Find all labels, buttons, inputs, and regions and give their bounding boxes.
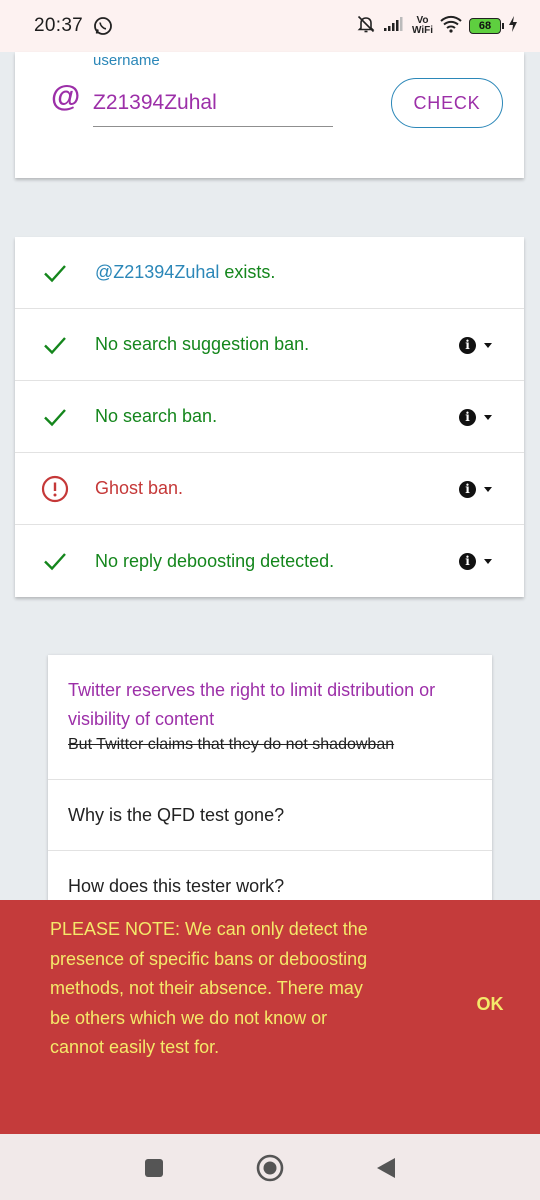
vowifi-indicator: Vo WiFi [412,16,433,36]
info-dropdown-button[interactable]: i [459,331,505,359]
results-card: @Z21394Zuhal exists. No search suggestio… [15,237,524,597]
check-icon [41,259,69,287]
signal-icon [383,16,405,37]
caret-down-icon [484,342,492,348]
alert-icon [41,475,69,503]
caret-down-icon [484,558,492,564]
check-icon [41,547,69,575]
wifi-icon [440,15,462,38]
result-text: Ghost ban. [95,478,184,498]
result-exists-suffix: exists. [219,262,276,282]
check-icon [41,403,69,431]
charging-icon [508,15,518,37]
result-row-reply-deboosting[interactable]: No reply deboosting detected. i [15,525,524,597]
info-icon: i [459,408,476,426]
at-icon: @ [51,80,81,113]
battery-icon: 68 [469,18,504,34]
info-icon: i [459,552,476,570]
recents-icon[interactable] [140,1154,168,1182]
result-row-search-ban[interactable]: No search ban. i [15,381,524,453]
whatsapp-icon [93,16,113,36]
result-text: No reply deboosting detected. [95,550,335,571]
caret-down-icon [484,486,492,492]
navigation-bar [0,1134,540,1200]
faq-item-qfd[interactable]: Why is the QFD test gone? [48,780,492,851]
result-row-exists: @Z21394Zuhal exists. [15,237,524,309]
info-dropdown-button[interactable]: i [459,547,505,575]
result-text: No search suggestion ban. [95,334,310,354]
home-icon[interactable] [256,1154,284,1182]
vowifi-bottom: WiFi [411,25,433,36]
back-icon[interactable] [372,1154,400,1182]
result-row-search-suggestion[interactable]: No search suggestion ban. i [15,309,524,381]
faq-item-limit-distribution[interactable]: Twitter reserves the right to limit dist… [48,655,492,780]
info-icon: i [459,480,476,498]
caret-down-icon [484,414,492,420]
info-icon: i [459,336,476,354]
info-dropdown-button[interactable]: i [459,403,505,431]
status-bar: 20:37 Vo WiFi 68 [0,0,540,52]
snackbar-message: PLEASE NOTE: We can only detect the pres… [50,919,368,1058]
info-dropdown-button[interactable]: i [459,475,505,503]
status-time: 20:37 [34,15,84,36]
username-input[interactable] [93,80,333,127]
result-text: No search ban. [95,406,218,426]
faq-item-strikethrough: But Twitter claims that they do not shad… [68,736,395,753]
check-button[interactable]: CHECK [391,78,503,128]
result-text-exists: @Z21394Zuhal exists. [95,262,275,283]
faq-card: Twitter reserves the right to limit dist… [48,655,492,935]
username-label: username [93,52,160,69]
bell-off-icon [356,14,376,39]
result-row-ghost-ban[interactable]: Ghost ban. i [15,453,524,525]
notice-snackbar: PLEASE NOTE: We can only detect the pres… [0,900,540,1134]
username-card: username @ CHECK [15,52,524,178]
check-icon [41,331,69,359]
ok-button[interactable]: OK [460,988,520,1020]
result-handle[interactable]: @Z21394Zuhal [95,262,219,282]
faq-item-title: Twitter reserves the right to limit dist… [68,680,436,729]
